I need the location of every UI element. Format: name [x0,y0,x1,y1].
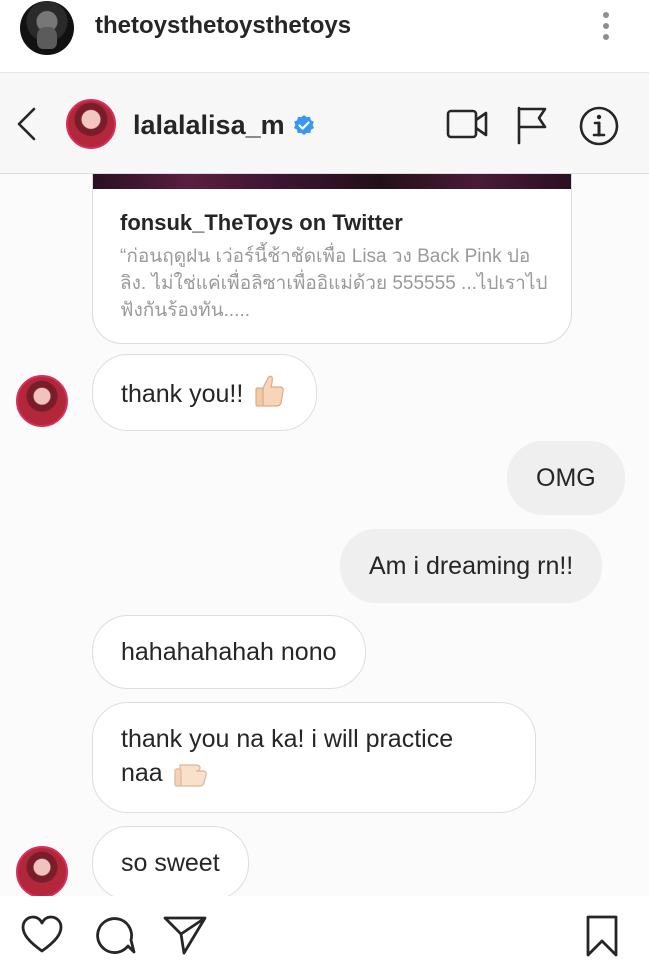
dm-header: lalalalisa_m [0,72,649,174]
shared-link-card[interactable]: fonsuk_TheToys on Twitter “ก่อนฤดูฝน เว่… [92,174,572,344]
link-description: “ก่อนฤดูฝน เว่อร์นี้ช้าชัดเพื่อ Lisa วง … [120,246,548,321]
message-text: so sweet [121,849,220,877]
message-bubble-outgoing[interactable]: Am i dreaming rn!! [340,529,603,603]
contact-header[interactable]: lalalalisa_m [133,110,316,141]
comment-icon[interactable] [93,914,137,956]
contact-avatar[interactable] [66,99,116,149]
message-text-continued: naa [121,759,163,787]
thumbs-up-emoji-icon [255,375,285,407]
flag-icon[interactable] [515,105,549,145]
verified-badge-icon [293,114,314,135]
message-bubble[interactable]: so sweet [92,826,249,896]
thumbs-up-emoji-icon [174,764,207,787]
message-text: Am i dreaming rn!! [369,552,574,580]
contact-name: lalalalisa_m [133,110,285,140]
link-preview-image [93,174,571,189]
message-bubble[interactable]: thank you!! [92,354,318,431]
heart-icon[interactable] [20,914,64,954]
message-bubble[interactable]: hahahahahah nono [92,615,366,689]
message-text: thank you!! [121,380,244,408]
link-title: fonsuk_TheToys on Twitter [120,210,403,235]
dm-screenshot: lalalalisa_m fonsuk_TheToys on Twitter “… [0,72,649,896]
info-icon[interactable] [578,105,620,147]
sender-avatar[interactable] [16,846,68,896]
video-call-icon[interactable] [446,105,490,143]
back-icon[interactable] [14,107,44,141]
post-header: thetoysthetoysthetoys [0,0,649,72]
post-action-bar [0,896,649,960]
bookmark-icon[interactable] [584,914,620,958]
share-icon[interactable] [162,914,208,956]
post-username[interactable]: thetoysthetoysthetoys [95,12,351,40]
message-text: OMG [536,464,596,492]
sender-avatar[interactable] [16,375,68,427]
message-bubble-outgoing[interactable]: OMG [507,441,625,515]
message-bubble[interactable]: thank you na ka! i will practice naa [92,702,536,813]
post-avatar[interactable] [20,1,74,55]
message-text: hahahahahah nono [121,638,337,666]
more-vertical-icon[interactable] [600,12,612,44]
message-text: thank you na ka! i will practice [121,725,454,753]
